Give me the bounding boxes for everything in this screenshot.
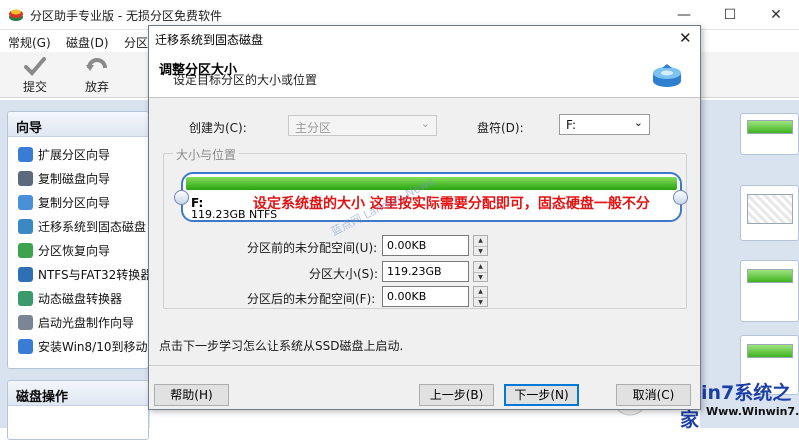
watermark-url: Www.Winwin7.com [706, 405, 799, 418]
disk-resize-icon [653, 64, 681, 87]
commit-label: 提交 [22, 80, 47, 94]
wizard-item-label: 安装Win8/10到移动 [38, 340, 148, 354]
partition-size-stepper[interactable]: ▲ ▼ [473, 261, 488, 282]
arrow-up-icon[interactable]: ▲ [474, 262, 487, 272]
before-space-label: 分区前的未分配空间(U): [247, 241, 378, 255]
before-space-input[interactable]: 0.00KB [382, 235, 469, 256]
wizard-item-label: 动态磁盘转换器 [38, 292, 123, 306]
partition-bar[interactable] [747, 120, 793, 134]
disk-card[interactable] [740, 185, 799, 241]
create-as-value: 主分区 [295, 121, 332, 135]
copy-partition-icon [18, 195, 33, 210]
partition-size-input[interactable]: 119.23GB [382, 261, 469, 282]
after-space-input[interactable]: 0.00KB [382, 286, 469, 307]
dynamic-disk-icon [18, 291, 33, 306]
wizard-item-label: 复制磁盘向导 [38, 172, 111, 186]
wizard-item-label: 启动光盘制作向导 [38, 316, 135, 330]
back-button[interactable]: 上一步(B) [419, 384, 494, 406]
disk-card[interactable] [740, 113, 799, 155]
after-space-label: 分区后的未分配空间(F): [247, 292, 376, 306]
wizard-item-ntfs-fat32[interactable]: NTFS与FAT32转换器 [18, 266, 149, 284]
install-windows-icon [18, 339, 33, 354]
ntfs-fat32-icon [18, 267, 33, 282]
partition-bar[interactable] [747, 269, 793, 283]
disk-card[interactable] [740, 260, 799, 322]
undo-icon [86, 58, 107, 71]
extend-partition-icon [18, 147, 33, 162]
dialog-header: 调整分区大小 设定目标分区的大小或位置 [149, 50, 700, 98]
wizard-item-extend-partition[interactable]: 扩展分区向导 [18, 146, 148, 164]
drive-letter-value: F: [566, 118, 577, 132]
dialog-title: 迁移系统到固态磁盘 [155, 33, 264, 47]
disk-operations-panel: 磁盘操作 [7, 380, 149, 440]
after-space-stepper[interactable]: ▲ ▼ [473, 286, 488, 307]
partition-size-label: 分区大小(S): [309, 267, 379, 281]
dialog-close-button[interactable]: ✕ [679, 29, 692, 47]
drive-letter-select[interactable]: F: ⌄ [559, 114, 650, 135]
partition-recovery-icon [18, 243, 33, 258]
wizard-item-label: 复制分区向导 [38, 196, 111, 210]
unallocated-bar[interactable] [747, 194, 793, 224]
boot-cd-icon [18, 315, 33, 330]
wizard-item-label: 扩展分区向导 [38, 148, 111, 162]
next-button[interactable]: 下一步(N) [504, 384, 579, 406]
create-as-label: 创建为(C): [189, 121, 247, 135]
before-space-stepper[interactable]: ▲ ▼ [473, 235, 488, 256]
arrow-down-icon[interactable]: ▼ [474, 272, 487, 282]
migrate-os-dialog: 迁移系统到固态磁盘 ✕ 调整分区大小 设定目标分区的大小或位置 创建为(C): … [148, 25, 701, 410]
chevron-down-icon: ⌄ [420, 117, 430, 130]
create-as-select: 主分区 ⌄ [288, 115, 437, 136]
dialog-titlebar: 迁移系统到固态磁盘 ✕ [149, 26, 700, 50]
annotation-text: 设定系统盘的大小 这里按实际需要分配即可，固态硬盘一般不分 [253, 196, 650, 212]
arrow-down-icon[interactable]: ▼ [474, 297, 487, 307]
wizard-item-boot-cd[interactable]: 启动光盘制作向导 [18, 314, 148, 332]
partition-bar[interactable] [747, 344, 793, 358]
app-logo-icon [9, 9, 23, 21]
sidebar: 向导 扩展分区向导 复制磁盘向导 复制分区向导 迁移系统到固态磁盘 分区恢复向导… [0, 100, 150, 440]
wizard-item-install-win-usb[interactable]: 安装Win8/10到移动 [18, 338, 148, 356]
dialog-subheading: 设定目标分区的大小或位置 [173, 73, 318, 87]
wizard-item-label: 迁移系统到固态磁盘 [38, 220, 147, 234]
wizard-panel-title: 向导 [8, 112, 148, 137]
wizard-item-migrate-os-ssd[interactable]: 迁移系统到固态磁盘 [18, 218, 148, 236]
menu-disk[interactable]: 磁盘(D) [66, 34, 109, 51]
arrow-down-icon[interactable]: ▼ [474, 246, 487, 256]
menu-general[interactable]: 常规(G) [8, 34, 51, 51]
wizard-item-dynamic-disk[interactable]: 动态磁盘转换器 [18, 290, 148, 308]
chevron-down-icon: ⌄ [633, 116, 643, 129]
separator [149, 365, 700, 366]
arrow-up-icon[interactable]: ▲ [474, 287, 487, 297]
wizard-item-partition-recovery[interactable]: 分区恢复向导 [18, 242, 148, 260]
drive-letter-label: 盘符(D): [477, 121, 524, 135]
size-position-group-title: 大小与位置 [173, 146, 240, 163]
arrow-up-icon[interactable]: ▲ [474, 236, 487, 246]
commit-button[interactable]: 提交 [13, 54, 57, 96]
wizard-item-copy-disk[interactable]: 复制磁盘向导 [18, 170, 148, 188]
close-button[interactable]: ✕ [753, 0, 799, 30]
maximize-button[interactable]: ☐ [707, 0, 753, 30]
resize-handle-right[interactable] [673, 190, 688, 205]
hint-text: 点击下一步学习怎么让系统从SSD磁盘上启动. [159, 339, 404, 353]
menu-partition[interactable]: 分区 [124, 34, 148, 51]
wizard-panel: 向导 扩展分区向导 复制磁盘向导 复制分区向导 迁移系统到固态磁盘 分区恢复向导… [7, 111, 149, 369]
wizard-item-label: 分区恢复向导 [38, 244, 111, 258]
wizard-item-label: NTFS与FAT32转换器 [38, 268, 149, 282]
copy-disk-icon [18, 171, 33, 186]
resize-handle-left[interactable] [174, 190, 189, 205]
checkmark-icon [24, 57, 46, 76]
migrate-ssd-icon [18, 219, 33, 234]
discard-label: 放弃 [84, 80, 109, 94]
wizard-item-copy-partition[interactable]: 复制分区向导 [18, 194, 148, 212]
discard-button[interactable]: 放弃 [75, 54, 119, 96]
main-window-title: 分区助手专业版 - 无损分区免费软件 [30, 9, 222, 23]
help-button[interactable]: 帮助(H) [154, 384, 229, 406]
cancel-button[interactable]: 取消(C) [616, 384, 691, 406]
disk-operations-title: 磁盘操作 [8, 381, 148, 406]
